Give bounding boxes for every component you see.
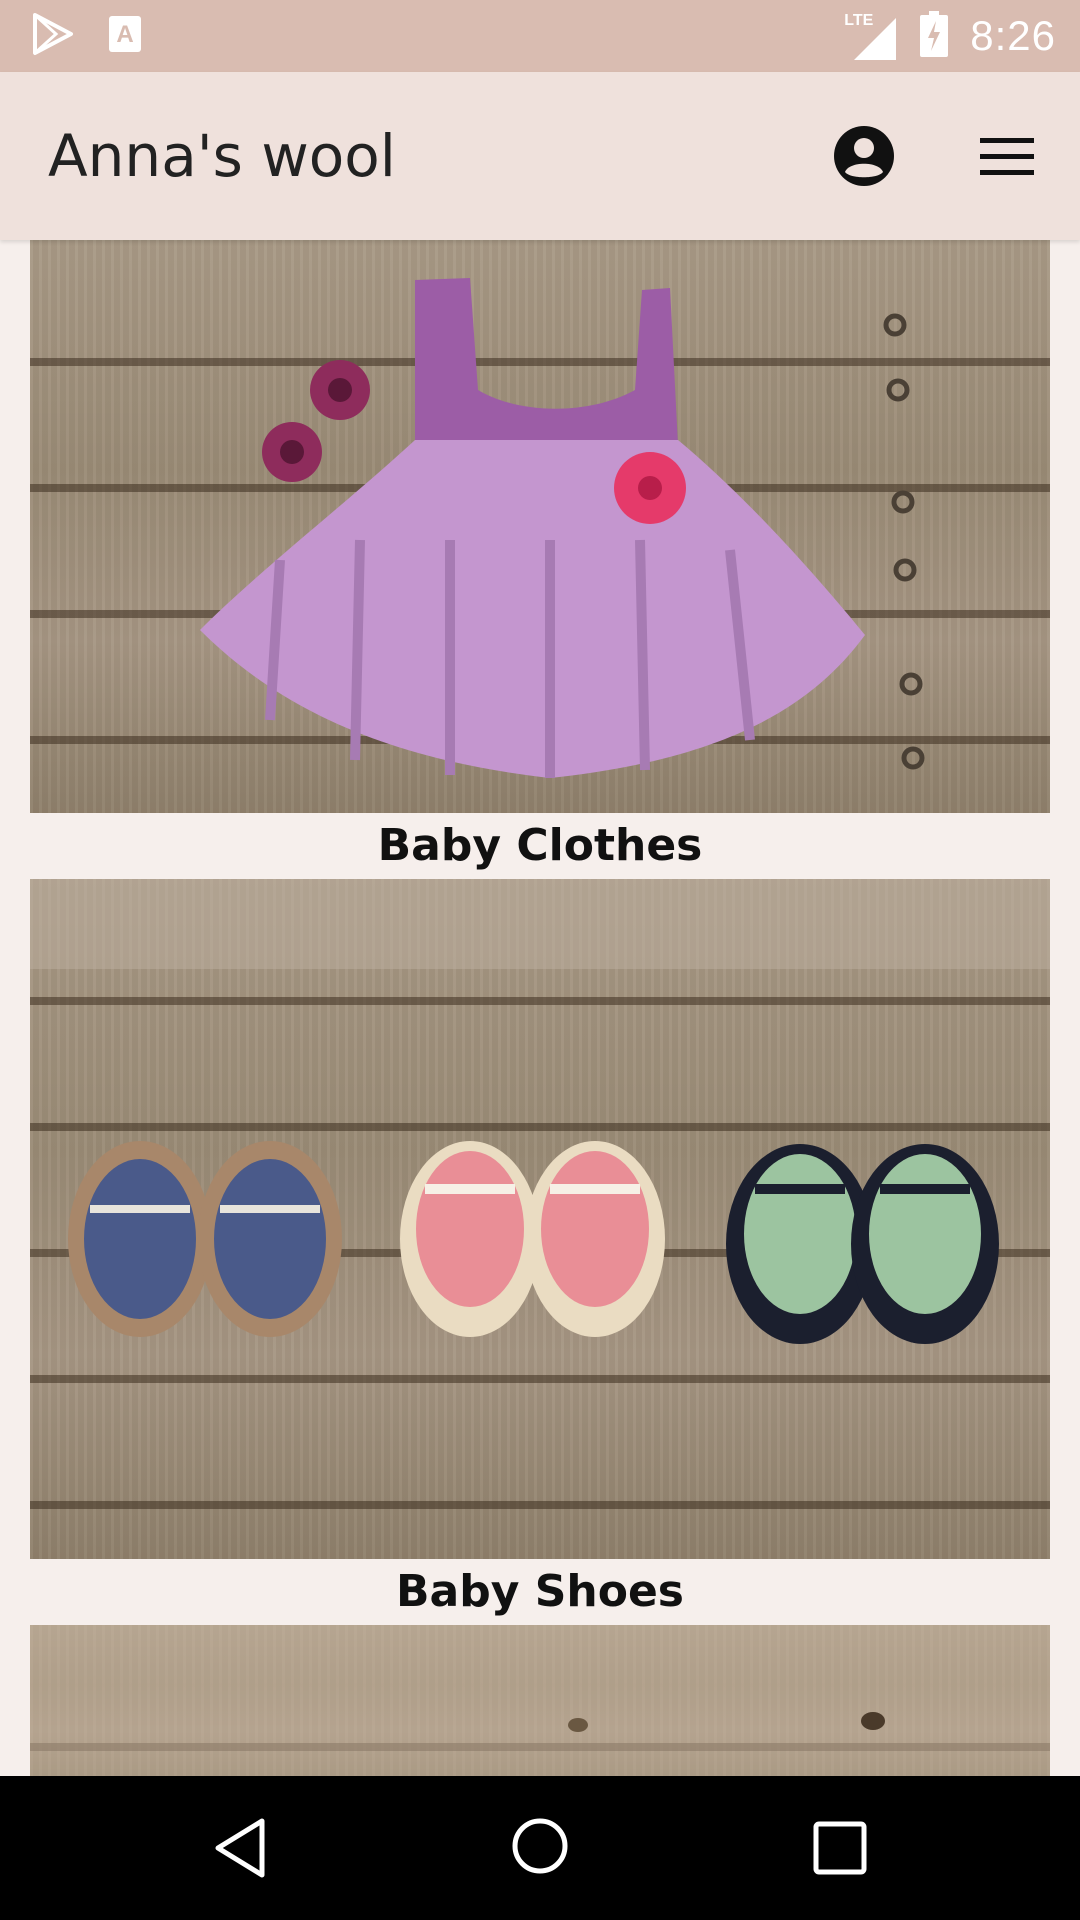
back-triangle-icon [215, 1818, 265, 1878]
category-card-baby-shoes[interactable]: Baby Shoes [30, 879, 1050, 1625]
signal-icon: LTE [844, 10, 898, 62]
back-button[interactable] [212, 1816, 268, 1885]
battery-charging-icon [920, 10, 949, 62]
category-list: Baby Clothes Baby Shoes [0, 240, 1080, 1776]
category-card-baby-clothes[interactable]: Baby Clothes [30, 240, 1050, 879]
account-button[interactable] [832, 124, 896, 188]
status-bar: A LTE 8:26 [0, 0, 1080, 72]
category-card-partial[interactable] [30, 1625, 1050, 1776]
account-circle-icon [834, 126, 894, 186]
menu-button[interactable] [978, 132, 1036, 182]
navigation-bar [0, 1776, 1080, 1920]
category-label: Baby Clothes [377, 820, 703, 871]
svg-text:A: A [116, 21, 133, 48]
play-store-icon [32, 12, 74, 61]
recents-square-icon [813, 1821, 867, 1875]
category-image [30, 1625, 1050, 1776]
app-title: Anna's wool [48, 122, 396, 190]
hamburger-menu-icon [980, 138, 1034, 175]
home-circle-icon [512, 1818, 568, 1874]
category-image [30, 879, 1050, 1559]
app-bar: Anna's wool [0, 72, 1080, 240]
status-time: 8:26 [970, 12, 1056, 59]
recents-button[interactable] [812, 1820, 868, 1881]
font-a-icon: A [108, 15, 142, 58]
home-button[interactable] [510, 1816, 570, 1881]
category-label: Baby Shoes [396, 1566, 684, 1617]
category-image [30, 240, 1050, 813]
